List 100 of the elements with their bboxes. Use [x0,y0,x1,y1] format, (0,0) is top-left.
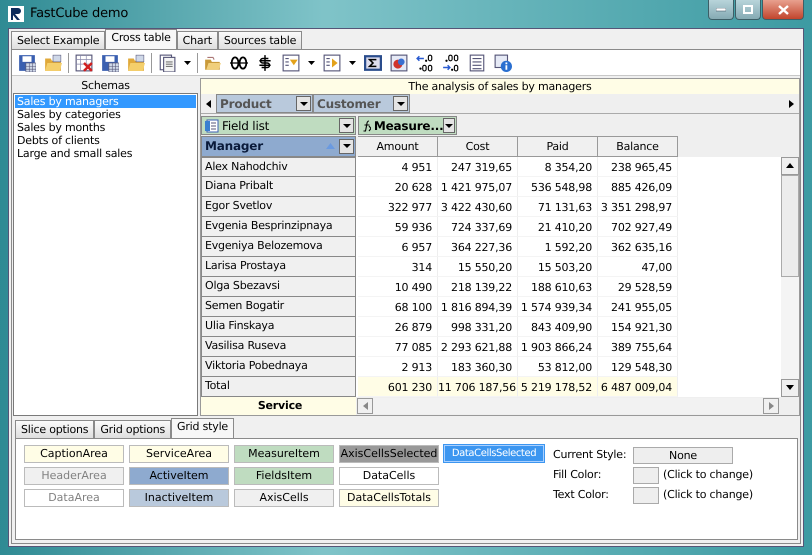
style-button[interactable]: CaptionArea [24,445,124,463]
scroll-thumb[interactable] [781,174,799,277]
filter-icon[interactable] [282,54,300,72]
field-label: Field list [222,118,270,135]
save-icon[interactable] [18,54,36,72]
document-icon[interactable] [158,54,176,72]
decimals-increase-icon[interactable] [416,54,434,72]
caret-icon[interactable] [308,60,315,64]
data-cell: 364 227,36 [438,236,518,257]
style-button[interactable]: ActiveItem [129,467,229,485]
data-cell: 218 139,22 [438,276,518,297]
list-icon[interactable] [468,54,486,72]
column-header[interactable]: Balance [598,136,678,157]
scroll-left-button[interactable] [357,398,373,414]
service-area: Service [201,396,356,415]
data-cell: 20 628 [358,176,438,197]
caret-icon [445,124,454,128]
caret-icon[interactable] [349,60,356,64]
row-header-cell: Vasilisa Ruseva [201,336,356,357]
data-cell: 702 927,49 [598,216,678,237]
field-list-icon [205,118,219,133]
list-item[interactable]: Sales by categories [15,108,196,121]
window-title: FastCube demo [30,5,128,24]
tab[interactable]: Slice options [15,420,94,438]
right-arrow-icon [768,402,774,410]
dropdown-button[interactable] [393,96,408,112]
folder-icon[interactable] [44,54,62,72]
layout-icon[interactable] [323,54,341,72]
data-cell: 1 903 866,24 [518,336,598,357]
list-item[interactable]: Debts of clients [15,134,196,147]
field-chip[interactable]: Customer [313,94,410,114]
data-cell: 3 351 298,97 [598,196,678,217]
column-header[interactable]: Cost [438,136,518,157]
total-cell: 601 230 [358,376,438,397]
field-chip[interactable]: Manager [201,136,356,157]
chart-icon[interactable] [390,54,408,72]
sum-icon[interactable] [364,54,382,72]
style-button[interactable]: ServiceArea [129,445,229,463]
color-swatch[interactable] [633,487,659,504]
data-cell: 154 921,30 [598,316,678,337]
hint-text: (Click to change) [663,467,753,484]
tab[interactable]: Sources table [218,31,302,49]
current-style-field[interactable]: None [633,447,733,464]
style-button[interactable]: DataCells [339,467,439,485]
style-button[interactable]: InactiveItem [129,489,229,507]
style-button[interactable]: AxisCells [234,489,334,507]
data-cell: 843 409,90 [518,316,598,337]
data-cell: 241 955,05 [598,296,678,317]
total-cell: 6 487 009,04 [598,376,678,397]
data-cell: 4 951 [358,156,438,177]
folder-icon[interactable] [127,54,145,72]
style-button[interactable]: DataCellsTotals [339,489,439,507]
tab[interactable]: Grid options [94,420,172,438]
decimals-decrease-icon[interactable] [442,54,460,72]
dropdown-button[interactable] [339,118,354,134]
style-button[interactable]: AxisCellsSelected [339,445,439,463]
data-cell: 15 550,20 [438,256,518,277]
field-chip[interactable]: Product [216,94,313,114]
dropdown-button[interactable] [443,118,455,134]
dropdown-button[interactable] [296,96,311,112]
row-header-cell: Larisa Prostaya [201,256,356,277]
dropdown-button[interactable] [339,138,354,154]
tab[interactable]: Cross table [105,29,177,49]
data-cell: 8 354,20 [518,156,598,177]
list-item[interactable]: Large and small sales [15,147,196,160]
data-cell: 71 131,63 [518,196,598,217]
field-label: Measure... [374,118,444,135]
tab[interactable]: Grid style [171,418,234,438]
caret-icon[interactable] [184,60,191,64]
data-cell: 29 528,59 [598,276,678,297]
vertical-scrollbar[interactable] [781,156,799,397]
delete-icon[interactable] [75,54,93,72]
data-cell: 6 957 [358,236,438,257]
style-button[interactable]: MeasureItem [234,445,334,463]
scroll-right-icon[interactable] [789,100,794,108]
caret-icon [396,102,404,106]
list-item[interactable]: Sales by months [15,121,196,134]
column-header[interactable]: Amount [358,136,438,157]
scroll-down-button[interactable] [781,378,799,397]
zeros-icon[interactable] [230,54,248,72]
maximize-button[interactable] [735,0,761,20]
scroll-left-icon[interactable] [206,100,211,108]
style-button[interactable]: DataArea [24,489,124,507]
tab[interactable]: Chart [176,31,218,49]
panel-title: Schemas [80,78,131,93]
scroll-up-button[interactable] [781,156,799,175]
info-icon[interactable] [494,54,512,72]
save-icon[interactable] [101,54,119,72]
horizontal-scrollbar[interactable] [357,398,779,414]
field-chip[interactable]: Field list [201,116,356,136]
close-button[interactable] [762,0,804,20]
style-button[interactable]: FieldsItem [234,467,334,485]
field-label: Manager [205,138,263,156]
color-swatch[interactable] [633,467,659,484]
tab[interactable]: Select Example [11,31,106,49]
field-chip[interactable]: Measure... [358,116,457,136]
up-arrow-icon [786,163,794,168]
minimize-button[interactable] [708,0,734,20]
column-header[interactable]: Paid [518,136,598,157]
row-header-cell: Egor Svetlov [201,196,356,217]
